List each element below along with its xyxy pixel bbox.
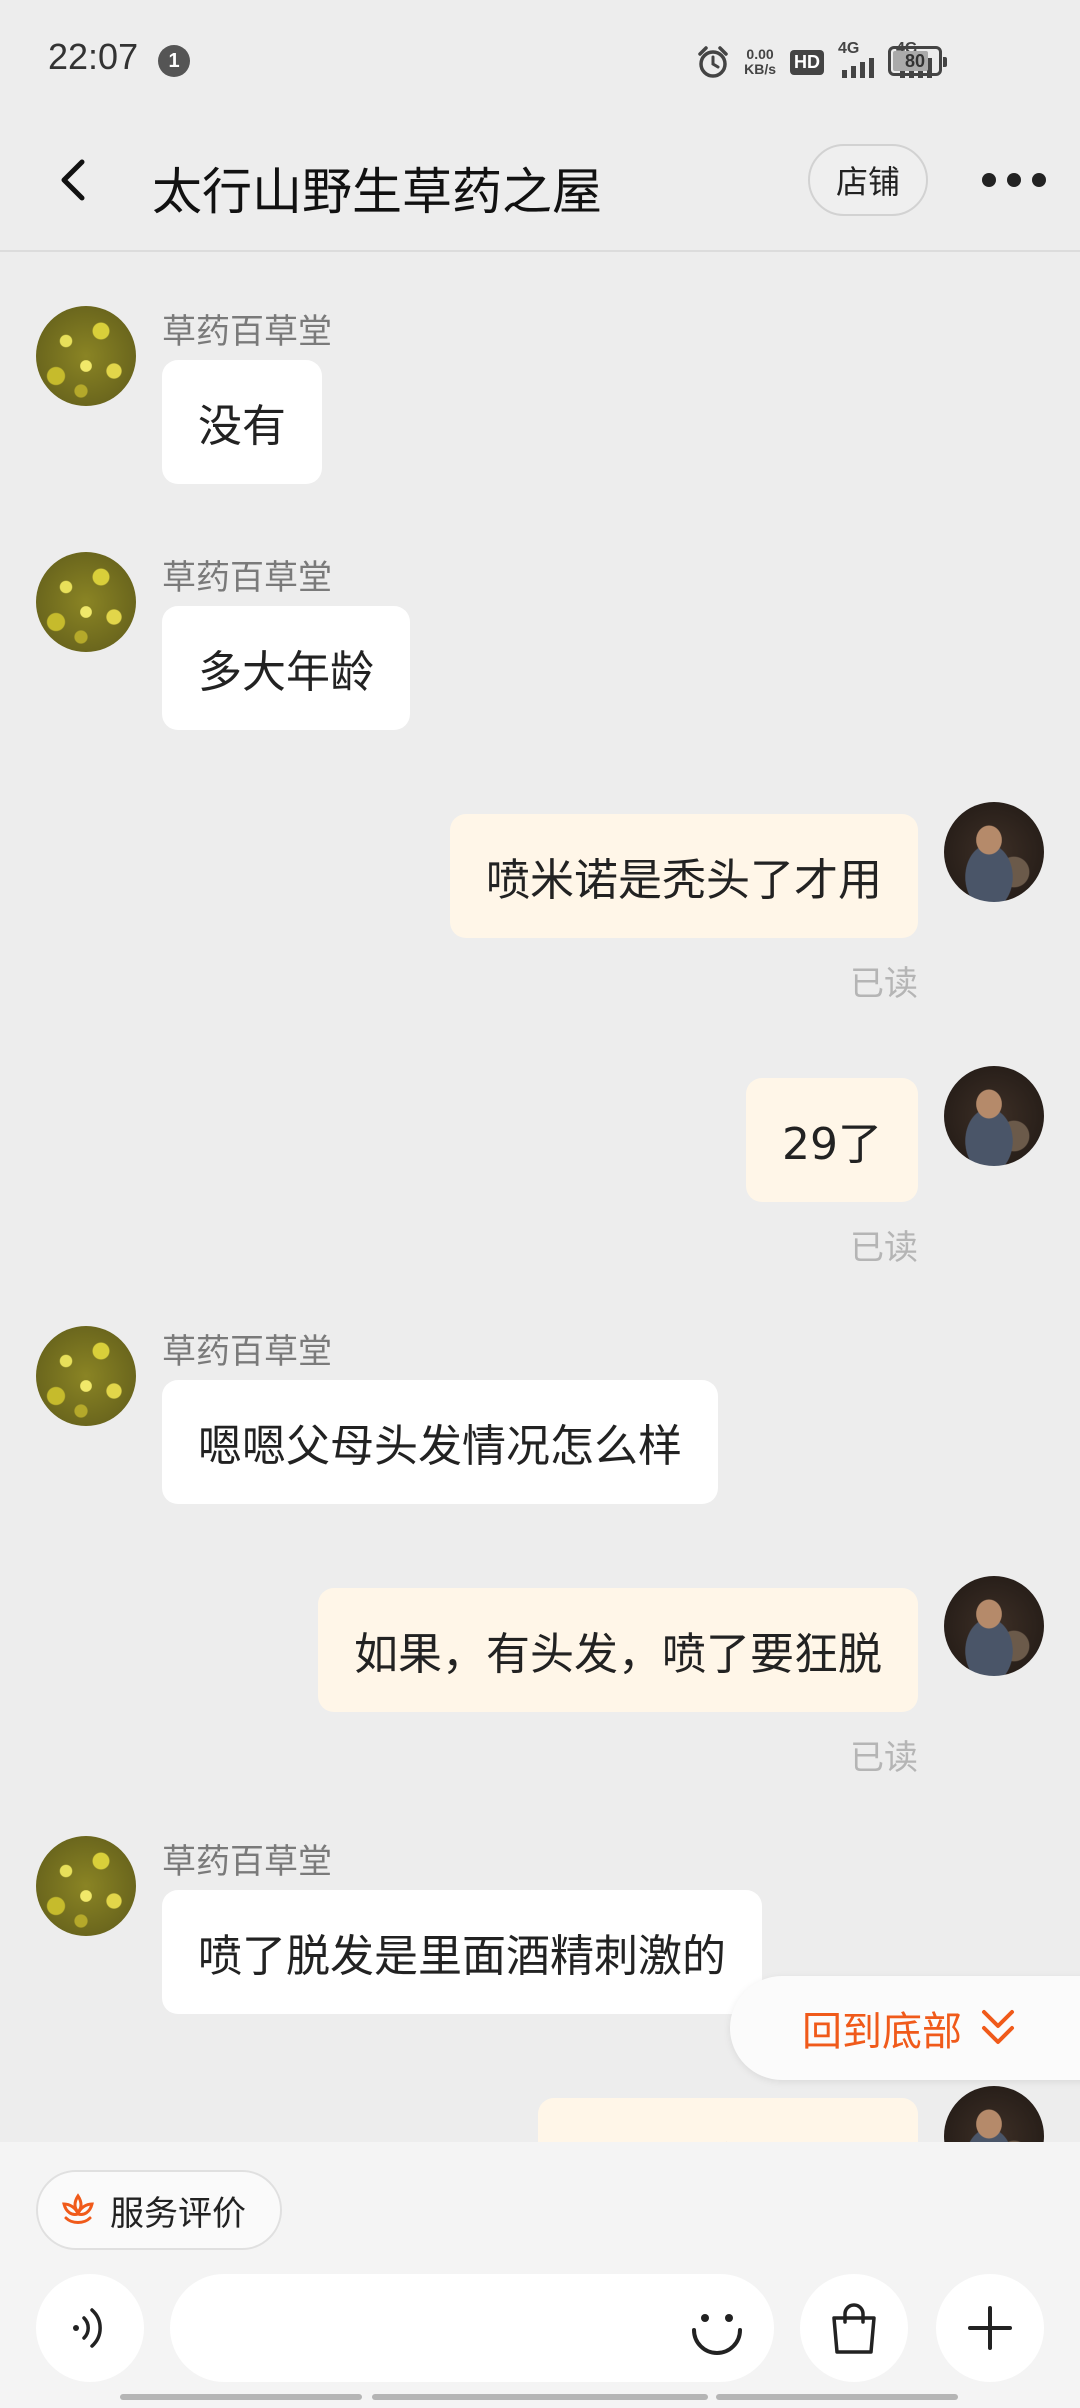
emoji-icon bbox=[692, 2314, 742, 2355]
avatar[interactable] bbox=[36, 1326, 136, 1426]
avatar[interactable] bbox=[944, 1066, 1044, 1166]
dot bbox=[1032, 173, 1046, 187]
hd-badge: HD bbox=[790, 49, 824, 75]
service-rating-button[interactable]: 服务评价 bbox=[36, 2170, 282, 2250]
net-speed: 0.00 KB/s bbox=[744, 46, 776, 77]
message-bubble[interactable]: 我能知道，还多 bbox=[538, 2098, 918, 2142]
dot bbox=[1007, 173, 1021, 187]
add-button[interactable] bbox=[936, 2274, 1044, 2382]
voice-button[interactable] bbox=[36, 2274, 144, 2382]
message-bubble[interactable]: 没有 bbox=[162, 360, 322, 484]
dot bbox=[982, 173, 996, 187]
chat-message-list[interactable]: 草药百草堂 没有 草药百草堂 多大年龄 喷米诺是秃头了才用 已读 29了 已读 … bbox=[0, 254, 1080, 2142]
back-button[interactable] bbox=[44, 150, 104, 210]
nav-bar-segment bbox=[120, 2394, 362, 2400]
notification-badge: 1 bbox=[158, 45, 190, 77]
avatar[interactable] bbox=[944, 2086, 1044, 2142]
sender-name: 草药百草堂 bbox=[162, 312, 332, 352]
shop-button[interactable]: 店铺 bbox=[808, 144, 928, 216]
message-bubble[interactable]: 多大年龄 bbox=[162, 606, 410, 730]
alarm-icon bbox=[698, 46, 728, 78]
more-dots-icon[interactable] bbox=[982, 158, 1046, 202]
sender-name: 草药百草堂 bbox=[162, 1332, 332, 1372]
back-arrow-icon bbox=[61, 159, 85, 201]
chat-header: 太行山野生草药之屋 店铺 bbox=[0, 120, 1080, 252]
status-time: 22:07 bbox=[48, 36, 139, 77]
read-status: 已读 bbox=[850, 964, 918, 1004]
avatar[interactable] bbox=[36, 1836, 136, 1936]
battery-indicator: 80 bbox=[888, 46, 947, 76]
signal-4g-1: 4G bbox=[838, 40, 882, 80]
message-bubble[interactable]: 嗯嗯父母头发情况怎么样 bbox=[162, 1380, 718, 1504]
message-bubble[interactable]: 如果，有头发，喷了要狂脱 bbox=[318, 1588, 918, 1712]
voice-icon bbox=[73, 2308, 102, 2348]
nav-bar-segment bbox=[716, 2394, 958, 2400]
sender-name: 草药百草堂 bbox=[162, 1842, 332, 1882]
rating-flower-icon bbox=[62, 2193, 94, 2224]
signal-bars-icon bbox=[842, 58, 874, 78]
read-status: 已读 bbox=[850, 1738, 918, 1778]
status-bar: 22:07 1 0.00 KB/s HD 4G 4G 80 bbox=[0, 0, 1080, 120]
message-bubble[interactable]: 喷米诺是秃头了才用 bbox=[450, 814, 918, 938]
nav-bar-segment bbox=[372, 2394, 708, 2400]
avatar[interactable] bbox=[944, 1576, 1044, 1676]
message-bubble[interactable]: 29了 bbox=[746, 1078, 918, 1202]
message-bubble[interactable]: 喷了脱发是里面酒精刺激的 bbox=[162, 1890, 762, 2014]
avatar[interactable] bbox=[36, 306, 136, 406]
shopping-bag-button[interactable] bbox=[800, 2274, 908, 2382]
chevron-double-down-icon bbox=[982, 2010, 1014, 2044]
back-to-bottom-label: 回到底部 bbox=[802, 2009, 962, 2055]
page-title: 太行山野生草药之屋 bbox=[152, 163, 602, 221]
sender-name: 草药百草堂 bbox=[162, 558, 332, 598]
back-to-bottom-button[interactable]: 回到底部 bbox=[730, 1976, 1080, 2080]
bottom-input-area: 服务评价 bbox=[0, 2142, 1080, 2408]
emoji-button[interactable] bbox=[682, 2294, 752, 2364]
read-status: 已读 bbox=[850, 1228, 918, 1268]
avatar[interactable] bbox=[944, 802, 1044, 902]
plus-icon bbox=[968, 2306, 1012, 2350]
avatar[interactable] bbox=[36, 552, 136, 652]
service-rating-label: 服务评价 bbox=[110, 2193, 246, 2234]
shopping-bag-icon bbox=[832, 2303, 876, 2354]
